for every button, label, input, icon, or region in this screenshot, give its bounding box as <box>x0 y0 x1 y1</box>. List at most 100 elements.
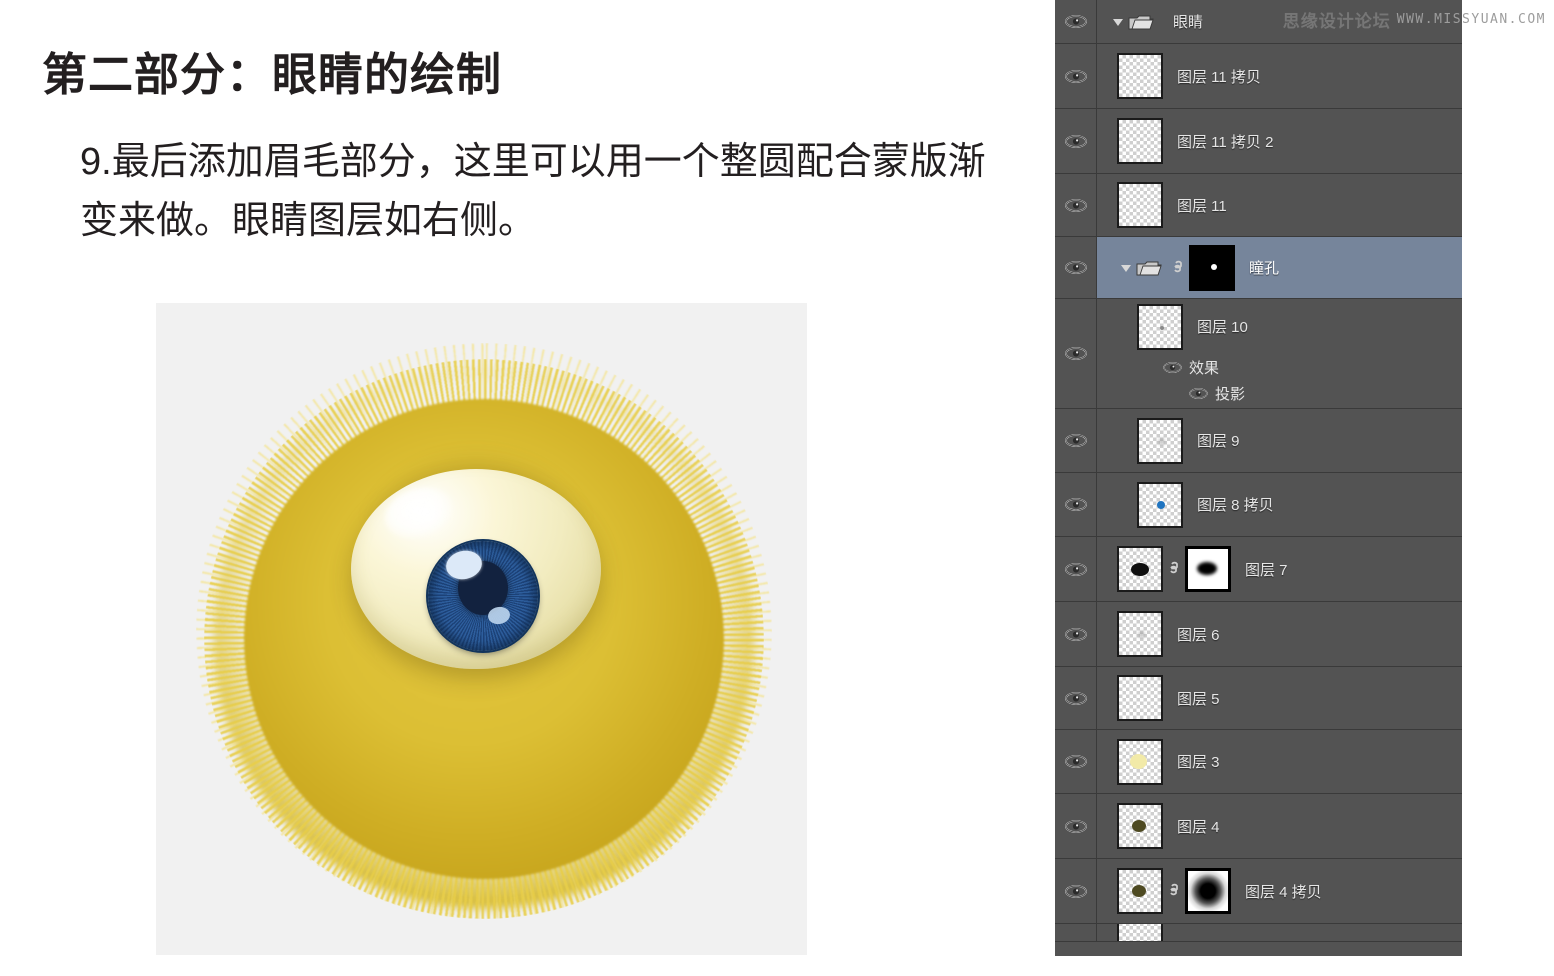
layer-row[interactable]: 图层 11 拷贝 <box>1055 44 1462 109</box>
eye-icon[interactable] <box>1064 691 1087 705</box>
eye-icon[interactable] <box>1064 15 1087 28</box>
link-icon[interactable] <box>1166 560 1182 578</box>
layer-name: 图层 4 <box>1177 818 1220 836</box>
layer-visibility-toggle[interactable] <box>1055 174 1097 236</box>
layer-row-body[interactable]: 图层 11 <box>1097 182 1462 228</box>
layer-visibility-toggle[interactable] <box>1055 602 1097 666</box>
layer-thumbnail[interactable] <box>1117 924 1163 941</box>
layer-thumbnail[interactable] <box>1117 738 1163 785</box>
layer-row[interactable]: 图层 7 <box>1055 537 1462 602</box>
triangle-down-icon[interactable] <box>1117 263 1135 273</box>
layer-thumbnail[interactable] <box>1117 182 1163 228</box>
layer-mask-thumbnail[interactable] <box>1189 244 1235 291</box>
layer-row[interactable]: 图层 10 效果投影 <box>1055 299 1462 409</box>
photoshop-layers-panel[interactable]: 眼睛图层 11 拷贝 图层 11 拷贝 2 图层 11 瞳孔图层 10 效果投影图层 9… <box>1055 0 1462 956</box>
layer-thumbnail[interactable] <box>1117 868 1163 914</box>
layer-mask-thumbnail[interactable] <box>1185 868 1231 914</box>
eye-icon[interactable] <box>1189 387 1215 399</box>
eye-icon[interactable] <box>1064 198 1087 212</box>
layer-row[interactable]: 图层 11 拷贝 2 <box>1055 109 1462 174</box>
layer-name: 图层 11 <box>1177 197 1227 215</box>
eye-icon[interactable] <box>1064 134 1087 148</box>
eye-icon[interactable] <box>1064 498 1087 511</box>
layer-thumbnail[interactable] <box>1137 481 1183 528</box>
layer-row[interactable]: 图层 6 <box>1055 602 1462 667</box>
eyeball-illustration <box>156 303 807 955</box>
layer-name: 图层 9 <box>1197 433 1240 450</box>
layer-thumbnail[interactable] <box>1117 611 1163 657</box>
layer-name: 图层 5 <box>1177 690 1220 708</box>
layer-row[interactable]: 图层 8 拷贝 <box>1055 473 1462 537</box>
eye-icon[interactable] <box>1064 347 1087 360</box>
layer-effect-item[interactable]: 投影 <box>1189 383 1248 404</box>
layer-effects-row[interactable]: 效果 <box>1163 357 1248 378</box>
layer-visibility-toggle[interactable] <box>1055 237 1097 298</box>
layer-row[interactable]: 图层 11 <box>1055 174 1462 237</box>
eye-icon[interactable] <box>1163 361 1189 373</box>
layer-name: 瞳孔 <box>1249 260 1280 277</box>
eye-icon[interactable] <box>1064 434 1087 447</box>
eye-icon[interactable] <box>1064 69 1087 83</box>
eye-icon[interactable] <box>1064 819 1087 833</box>
eye-icon[interactable] <box>1064 627 1087 641</box>
layer-name: 图层 11 拷贝 <box>1177 68 1261 86</box>
illustration-canvas <box>156 303 807 955</box>
effect-name: 投影 <box>1215 385 1246 403</box>
layer-visibility-toggle[interactable] <box>1055 299 1097 408</box>
layer-visibility-toggle[interactable] <box>1055 44 1097 108</box>
layer-visibility-toggle[interactable] <box>1055 537 1097 601</box>
layer-visibility-toggle[interactable] <box>1055 924 1097 941</box>
layer-row-body[interactable]: 图层 6 <box>1097 611 1462 657</box>
layer-mask-thumbnail[interactable] <box>1185 546 1231 592</box>
layer-row-body[interactable]: 图层 11 拷贝 <box>1097 53 1462 99</box>
layer-thumbnail[interactable] <box>1117 546 1163 592</box>
layer-row-body[interactable]: 眼睛 <box>1097 11 1462 32</box>
link-icon[interactable] <box>1170 259 1186 277</box>
layer-visibility-toggle[interactable] <box>1055 473 1097 536</box>
layer-thumbnail[interactable] <box>1117 675 1163 721</box>
layer-row[interactable]: 图层 4 <box>1055 794 1462 859</box>
layer-row[interactable]: 图层 5 <box>1055 667 1462 730</box>
layer-visibility-toggle[interactable] <box>1055 794 1097 858</box>
layer-visibility-toggle[interactable] <box>1055 0 1097 43</box>
layer-row[interactable]: 图层 4 拷贝 <box>1055 859 1462 924</box>
eye-icon[interactable] <box>1064 261 1087 274</box>
link-icon[interactable] <box>1166 882 1182 900</box>
layer-thumbnail[interactable] <box>1137 417 1183 464</box>
layer-visibility-toggle[interactable] <box>1055 109 1097 173</box>
layer-row-body[interactable]: 图层 4 <box>1097 803 1462 849</box>
layer-row-partial[interactable] <box>1055 924 1462 942</box>
layer-row-body[interactable]: 图层 11 拷贝 2 <box>1097 118 1462 164</box>
layer-row-body[interactable]: 图层 8 拷贝 <box>1097 481 1462 528</box>
layer-thumbnail[interactable] <box>1117 118 1163 164</box>
layer-row-body[interactable]: 瞳孔 <box>1097 244 1462 291</box>
triangle-down-icon[interactable] <box>1109 17 1127 27</box>
layer-row-body[interactable]: 图层 9 <box>1097 417 1462 464</box>
layer-row-body[interactable]: 图层 7 <box>1097 546 1462 592</box>
layer-visibility-toggle[interactable] <box>1055 730 1097 793</box>
page-title: 第二部分：眼睛的绘制 <box>42 49 503 100</box>
layer-row-body[interactable]: 图层 5 <box>1097 675 1462 721</box>
layer-visibility-toggle[interactable] <box>1055 667 1097 729</box>
layer-thumbnail[interactable] <box>1117 53 1163 99</box>
eye-icon[interactable] <box>1064 562 1087 576</box>
layer-name: 图层 10 <box>1197 319 1248 336</box>
layer-thumbnail[interactable] <box>1117 803 1163 849</box>
layer-row-body[interactable]: 图层 4 拷贝 <box>1097 868 1462 914</box>
layer-name: 图层 11 拷贝 2 <box>1177 133 1274 151</box>
article-body-text: 9.最后添加眉毛部分，这里可以用一个整圆配合蒙版渐变来做。眼睛图层如右侧。 <box>80 141 986 242</box>
layer-row-body[interactable]: 图层 3 <box>1097 738 1462 785</box>
layer-visibility-toggle[interactable] <box>1055 859 1097 923</box>
layer-visibility-toggle[interactable] <box>1055 409 1097 472</box>
layer-row[interactable]: 图层 3 <box>1055 730 1462 794</box>
layer-row[interactable]: 眼睛 <box>1055 0 1462 44</box>
layer-row-body[interactable]: 图层 10 效果投影 <box>1097 303 1462 404</box>
layer-row-body[interactable] <box>1097 924 1462 941</box>
layer-row[interactable]: 瞳孔 <box>1055 237 1462 299</box>
eye-icon[interactable] <box>1064 755 1087 768</box>
eye-icon[interactable] <box>1064 884 1087 898</box>
layer-row[interactable]: 图层 9 <box>1055 409 1462 473</box>
layers-list[interactable]: 眼睛图层 11 拷贝 图层 11 拷贝 2 图层 11 瞳孔图层 10 效果投影图层 9… <box>1055 0 1462 942</box>
layer-thumbnail[interactable] <box>1137 303 1183 350</box>
folder-icon <box>1127 13 1155 31</box>
